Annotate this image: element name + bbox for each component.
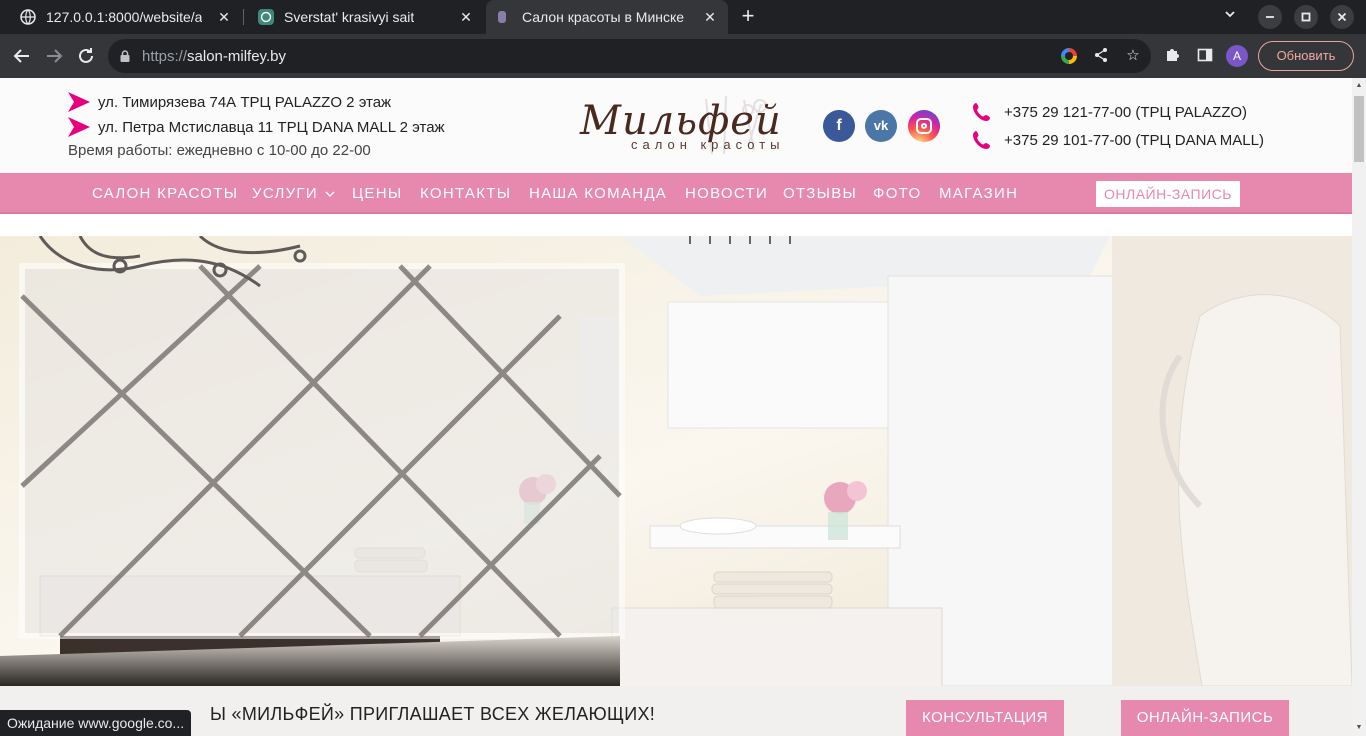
- nav-item-prices[interactable]: ЦЕНЫ: [352, 185, 402, 202]
- working-hours: Время работы: ежедневно с 10-00 до 22-00: [68, 142, 371, 159]
- bookmark-star-icon[interactable]: ☆: [1124, 47, 1142, 65]
- address-text: ул. Петра Мстиславца 11 ТРЦ DANA MALL 2 …: [98, 118, 445, 136]
- phone-number: +375 29 101-77-00 (ТРЦ DANA MALL): [1004, 131, 1264, 149]
- tab-title: 127.0.0.1:8000/website/a: [46, 9, 203, 25]
- address-dana-mall: ул. Петра Мстиславца 11 ТРЦ DANA MALL 2 …: [68, 117, 445, 137]
- browser-tab-sverstat[interactable]: Sverstat' krasivyi sait ✕: [244, 0, 484, 34]
- browser-tab-localhost[interactable]: 127.0.0.1:8000/website/a ✕: [0, 0, 242, 34]
- nav-item-services[interactable]: УСЛУГИ: [252, 185, 335, 202]
- close-window-icon[interactable]: [1330, 5, 1354, 29]
- side-panel-icon[interactable]: [1195, 46, 1215, 66]
- salon-interior-illustration: [0, 236, 1352, 686]
- forward-arrow-icon[interactable]: [42, 44, 66, 68]
- promo-text: Ы «МИЛЬФЕЙ» ПРИГЛАШАЕТ ВСЕХ ЖЕЛАЮЩИХ!: [210, 704, 656, 724]
- back-arrow-icon[interactable]: [10, 44, 34, 68]
- instagram-icon[interactable]: [908, 110, 940, 142]
- nav-item-reviews[interactable]: ОТЗЫВЫ: [783, 185, 857, 202]
- google-icon[interactable]: [1060, 47, 1078, 65]
- minimize-window-icon[interactable]: [1258, 5, 1282, 29]
- nav-item-news[interactable]: НОВОСТИ: [685, 185, 768, 202]
- browser-tab-strip: 127.0.0.1:8000/website/a ✕ Sverstat' kra…: [0, 0, 1366, 34]
- site-favicon-icon: [498, 11, 506, 23]
- site-header: ул. Тимирязева 74А ТРЦ PALAZZO 2 этаж ул…: [0, 78, 1352, 173]
- address-bar[interactable]: https://salon-milfey.by ☆: [108, 39, 1151, 73]
- salon-logo[interactable]: Мильфей салон красоты: [576, 94, 812, 158]
- browser-tab-salon[interactable]: Салон красоты в Минске ✕: [486, 0, 728, 34]
- chevron-down-icon: [325, 191, 335, 197]
- location-arrow-icon: [68, 92, 90, 112]
- share-icon[interactable]: [1092, 47, 1110, 65]
- scroll-up-arrow-icon[interactable]: ▲: [1355, 82, 1363, 90]
- nav-item-photo[interactable]: ФОТО: [873, 185, 921, 202]
- scroll-down-arrow-icon[interactable]: ▼: [1355, 724, 1363, 732]
- hero-salon-photo: [0, 236, 1352, 686]
- nav-item-shop[interactable]: МАГАЗИН: [939, 185, 1018, 202]
- tab-title: Sverstat' krasivyi sait: [284, 9, 415, 25]
- browser-toolbar: https://salon-milfey.by ☆ A Обновить: [0, 34, 1366, 78]
- facebook-icon[interactable]: f: [823, 110, 855, 142]
- update-browser-button[interactable]: Обновить: [1258, 41, 1354, 71]
- consultation-button[interactable]: КОНСУЛЬТАЦИЯ: [906, 700, 1064, 736]
- location-arrow-icon: [68, 117, 90, 137]
- phone-palazzo[interactable]: +375 29 121-77-00 (ТРЦ PALAZZO): [972, 102, 1247, 122]
- web-page: ул. Тимирязева 74А ТРЦ PALAZZO 2 этаж ул…: [0, 78, 1352, 736]
- address-text: ул. Тимирязева 74А ТРЦ PALAZZO 2 этаж: [98, 93, 392, 111]
- chatgpt-icon: [258, 9, 274, 25]
- url-text: https://salon-milfey.by: [142, 48, 286, 65]
- online-booking-button[interactable]: ОНЛАЙН-ЗАПИСЬ: [1096, 181, 1240, 207]
- phone-dana-mall[interactable]: +375 29 101-77-00 (ТРЦ DANA MALL): [972, 130, 1264, 150]
- globe-icon: [20, 9, 36, 25]
- main-navigation: САЛОН КРАСОТЫ УСЛУГИ ЦЕНЫ КОНТАКТЫ НАША …: [0, 173, 1352, 214]
- status-bubble: Ожидание www.google.co...: [0, 710, 192, 736]
- tab-title: Салон красоты в Минске: [522, 9, 685, 25]
- promo-strip: Ы «МИЛЬФЕЙ» ПРИГЛАШАЕТ ВСЕХ ЖЕЛАЮЩИХ! КО…: [0, 686, 1352, 736]
- extensions-puzzle-icon[interactable]: [1163, 46, 1183, 66]
- nav-item-contacts[interactable]: КОНТАКТЫ: [420, 185, 511, 202]
- lock-icon: [120, 49, 130, 62]
- maximize-window-icon[interactable]: [1294, 5, 1318, 29]
- scrollbar-thumb[interactable]: [1354, 96, 1364, 162]
- vk-icon[interactable]: vk: [865, 110, 897, 142]
- close-tab-icon[interactable]: ✕: [702, 9, 718, 25]
- phone-icon: [973, 131, 990, 149]
- close-tab-icon[interactable]: ✕: [458, 9, 474, 25]
- nav-item-salon[interactable]: САЛОН КРАСОТЫ: [92, 185, 238, 202]
- tab-search-chevron-icon[interactable]: [1218, 5, 1242, 29]
- new-tab-plus-icon[interactable]: +: [736, 5, 760, 29]
- nav-item-team[interactable]: НАША КОМАНДА: [529, 185, 667, 202]
- profile-avatar[interactable]: A: [1226, 45, 1248, 67]
- phone-number: +375 29 121-77-00 (ТРЦ PALAZZO): [1004, 103, 1248, 121]
- phone-icon: [973, 103, 990, 121]
- address-palazzo: ул. Тимирязева 74А ТРЦ PALAZZO 2 этаж: [68, 92, 391, 112]
- page-scrollbar[interactable]: ▲ ▼: [1352, 78, 1366, 736]
- online-booking-button-secondary[interactable]: ОНЛАЙН-ЗАПИСЬ: [1121, 700, 1289, 736]
- close-tab-icon[interactable]: ✕: [216, 9, 232, 25]
- logo-subtitle: салон красоты: [631, 137, 785, 152]
- reload-icon[interactable]: [74, 44, 98, 68]
